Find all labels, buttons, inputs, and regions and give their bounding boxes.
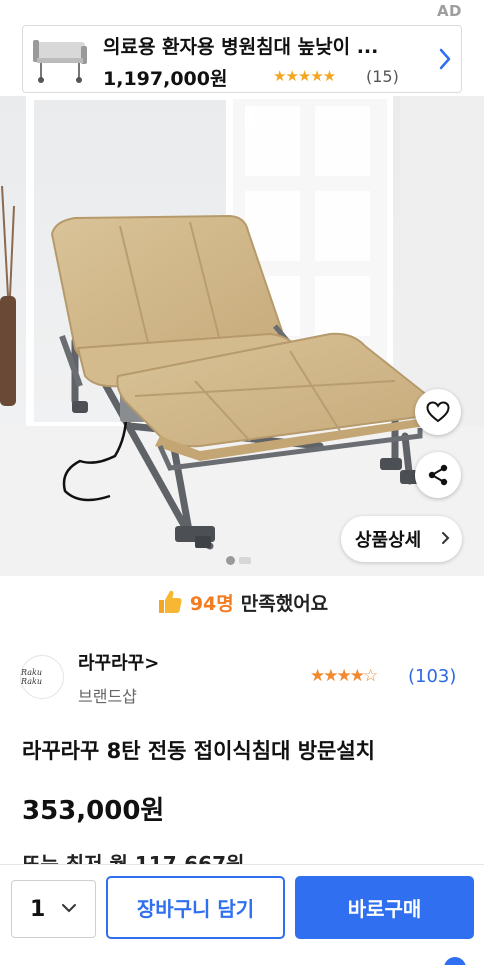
- favorite-button[interactable]: [415, 389, 461, 435]
- ad-title: 의료용 환자용 병원침대 높낮이 ...: [103, 36, 379, 58]
- seller-review-count[interactable]: (103): [408, 666, 456, 687]
- product-price: 353,000원: [22, 796, 165, 826]
- ad-card[interactable]: 의료용 환자용 병원침대 높낮이 ... 1,197,000원 ★★★★★ (1…: [22, 25, 462, 93]
- share-button[interactable]: [415, 452, 461, 498]
- product-image: [0, 96, 484, 576]
- seller-subtitle: 브랜드샵: [78, 687, 137, 706]
- quantity-select[interactable]: 1: [11, 880, 96, 938]
- heart-icon: [426, 401, 450, 423]
- satisfied-text: 만족했어요: [240, 592, 329, 615]
- product-image-carousel[interactable]: 상품상세: [0, 96, 484, 576]
- chevron-down-icon: [62, 904, 76, 913]
- ad-review-count: (15): [366, 67, 399, 86]
- seller-rating-stars: ★★★★☆: [310, 666, 378, 686]
- chevron-right-icon[interactable]: [437, 46, 453, 72]
- ad-banner[interactable]: AD 의료용 환자용 병원침대 높낮이 ... 1,197,000원 ★★★★★…: [0, 0, 484, 96]
- ad-price: 1,197,000원: [103, 68, 228, 90]
- satisfaction-summary: 94명 만족했어요: [0, 578, 484, 626]
- carousel-pagination: [226, 556, 251, 565]
- product-detail-button[interactable]: 상품상세: [341, 516, 462, 562]
- satisfied-count: 94명: [189, 592, 234, 615]
- ad-rating-stars: ★★★★★: [273, 67, 336, 85]
- seller-logo[interactable]: Raku Raku: [20, 655, 64, 699]
- quantity-value: 1: [30, 896, 46, 922]
- hospital-bed-thumbnail: [33, 40, 87, 83]
- seller-logo-text: Raku Raku: [21, 668, 42, 686]
- chevron-right-icon: [442, 532, 450, 544]
- bottom-action-bar: 1 장바구니 담기 바로구매: [0, 864, 484, 965]
- add-to-cart-button[interactable]: 장바구니 담기: [106, 876, 285, 939]
- buy-now-button[interactable]: 바로구매: [295, 876, 474, 939]
- pagination-dot[interactable]: [239, 557, 251, 564]
- pagination-dot-active[interactable]: [226, 556, 235, 565]
- thumbs-up-icon: [158, 590, 182, 613]
- product-detail-label: 상품상세: [355, 530, 422, 551]
- product-title: 라꾸라꾸 8탄 전동 접이식침대 방문설치: [22, 739, 375, 763]
- seller-name-link[interactable]: 라꾸라꾸>: [78, 649, 159, 675]
- ad-tag: AD: [436, 2, 462, 20]
- share-icon: [428, 464, 448, 486]
